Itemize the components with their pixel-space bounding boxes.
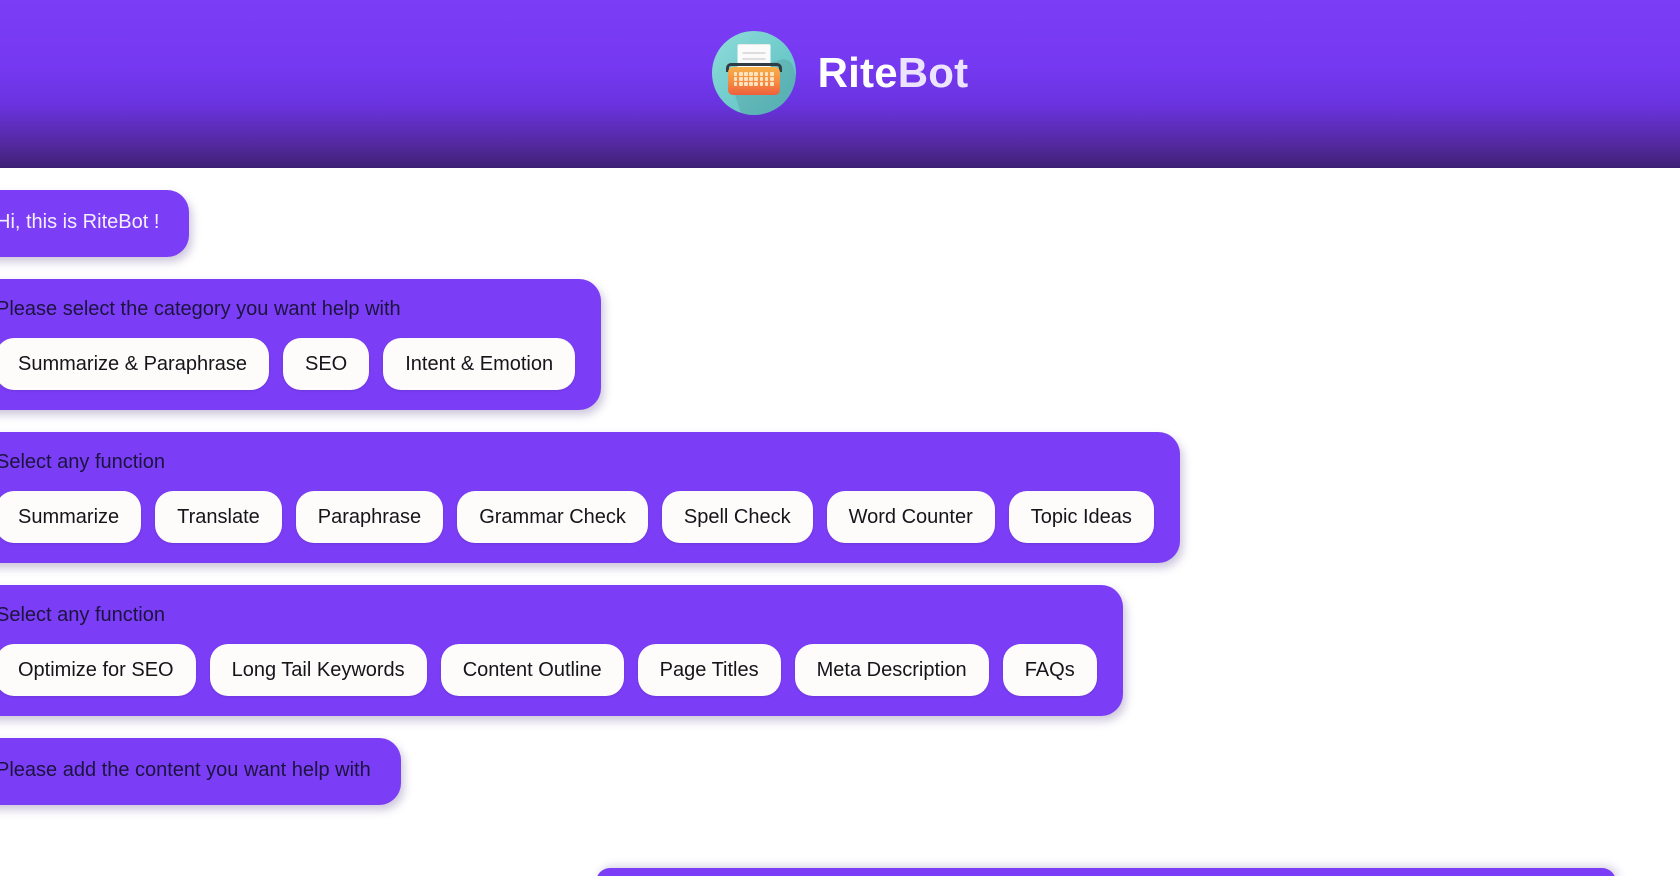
chat-message-greeting: Hi, this is RiteBot ! xyxy=(0,190,190,257)
chat-row: Hi, this is RiteBot ! xyxy=(0,190,1680,279)
brand-name-second: Bot xyxy=(897,49,969,96)
chip-summarize[interactable]: Summarize xyxy=(0,491,142,543)
chip-topic-ideas[interactable]: Topic Ideas xyxy=(1008,491,1154,543)
chat-area[interactable]: Hi, this is RiteBot ! Please select the … xyxy=(0,168,1680,876)
chip-translate[interactable]: Translate xyxy=(155,491,282,543)
app-header: RiteBot xyxy=(0,0,1680,168)
chip-spell-check[interactable]: Spell Check xyxy=(661,491,813,543)
chat-row: Select any function Summarize Translate … xyxy=(0,432,1680,585)
chip-faqs[interactable]: FAQs xyxy=(1002,644,1097,696)
chip-seo[interactable]: SEO xyxy=(282,338,370,390)
chat-message-function-prompt-1: Select any function Summarize Translate … xyxy=(0,432,1180,563)
chip-page-titles[interactable]: Page Titles xyxy=(637,644,781,696)
chip-intent-and-emotion[interactable]: Intent & Emotion xyxy=(383,338,576,390)
page-title: RiteBot xyxy=(818,49,969,97)
function-chip-group-2: Optimize for SEO Long Tail Keywords Cont… xyxy=(0,644,1097,696)
message-text: Please select the category you want help… xyxy=(0,298,401,320)
message-text: Select any function xyxy=(0,451,165,473)
chip-word-counter[interactable]: Word Counter xyxy=(826,491,995,543)
typewriter-icon xyxy=(711,31,796,115)
chip-grammar-check[interactable]: Grammar Check xyxy=(457,491,648,543)
chip-meta-description[interactable]: Meta Description xyxy=(794,644,989,696)
chat-row: Please add the content you want help wit… xyxy=(0,738,1680,827)
logo-keys xyxy=(733,72,774,86)
brand: RiteBot xyxy=(711,31,969,115)
function-chip-group-1: Summarize Translate Paraphrase Grammar C… xyxy=(0,491,1154,543)
chip-optimize-for-seo[interactable]: Optimize for SEO xyxy=(0,644,196,696)
chip-long-tail-keywords[interactable]: Long Tail Keywords xyxy=(209,644,427,696)
chat-message-function-prompt-2: Select any function Optimize for SEO Lon… xyxy=(0,585,1123,716)
chip-paraphrase[interactable]: Paraphrase xyxy=(295,491,444,543)
message-text: Hi, this is RiteBot ! xyxy=(0,211,160,233)
chat-message-partial xyxy=(596,868,1616,876)
brand-name-first: Rite xyxy=(817,49,898,96)
chat-row: Please select the category you want help… xyxy=(0,279,1680,432)
message-text: Please add the content you want help wit… xyxy=(0,759,371,781)
chat-message-category-prompt: Please select the category you want help… xyxy=(0,279,602,410)
chip-summarize-and-paraphrase[interactable]: Summarize & Paraphrase xyxy=(0,338,269,390)
chat-row: Select any function Optimize for SEO Lon… xyxy=(0,585,1680,738)
chat-message-content-prompt: Please add the content you want help wit… xyxy=(0,738,401,805)
message-text: Select any function xyxy=(0,604,165,626)
chat-rail: Hi, this is RiteBot ! Please select the … xyxy=(0,190,1680,827)
ritebot-app: RiteBot Hi, this is RiteBot ! Please sel… xyxy=(0,0,1680,876)
category-chip-group: Summarize & Paraphrase SEO Intent & Emot… xyxy=(0,338,576,390)
chip-content-outline[interactable]: Content Outline xyxy=(440,644,624,696)
